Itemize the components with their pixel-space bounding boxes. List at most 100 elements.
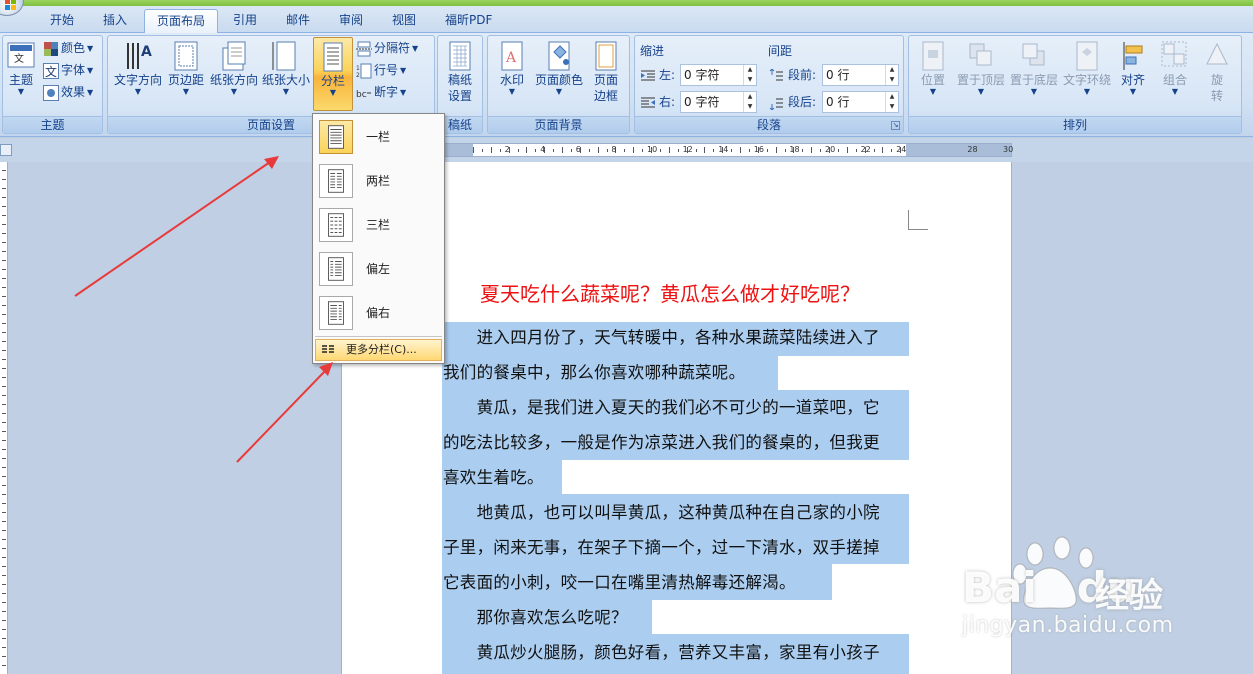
group-arrange: 位置 ▼ 置于顶层 ▼ 置于底层 ▼ 文字环绕 ▼ 对齐 ▼ 组合 ▼ 旋 转 … <box>908 35 1242 134</box>
indent-left-label: 左: <box>659 68 676 82</box>
ruler-tick <box>2 458 6 459</box>
tab-view[interactable]: 视图 <box>380 9 428 33</box>
tab-selector-icon[interactable] <box>0 144 12 156</box>
spinner-icon[interactable]: ▲ ▼ <box>885 65 898 85</box>
spinner-icon[interactable]: ▲ ▼ <box>885 92 898 112</box>
rotate-button[interactable]: 旋 转 <box>1199 40 1235 104</box>
spinner-icon[interactable]: ▲ ▼ <box>743 65 756 85</box>
ruler-tick <box>2 575 6 576</box>
themes-button[interactable]: 文 主题 ▼ <box>4 40 38 96</box>
bring-to-front-button[interactable]: 置于顶层 ▼ <box>954 40 1008 96</box>
document-title[interactable]: 夏天吃什么蔬菜呢？黄瓜怎么做才好吃呢？ <box>480 280 860 308</box>
size-button[interactable]: 纸张大小 ▼ <box>260 40 312 96</box>
doc-line[interactable]: 进入四月份了，天气转暖中，各种水果蔬菜陆续进入了 <box>443 327 880 349</box>
ruler-tick <box>2 656 6 657</box>
orientation-button[interactable]: 纸张方向 ▼ <box>208 40 260 96</box>
breaks-button[interactable]: 分隔符 ▼ <box>356 38 418 58</box>
theme-fonts-button[interactable]: 文字体 ▼ <box>43 60 93 80</box>
ruler-tick <box>2 602 6 603</box>
svg-text:文: 文 <box>14 52 24 65</box>
columns-option-left[interactable]: 偏左 <box>315 248 442 290</box>
ruler-number: 2 <box>504 145 510 154</box>
position-button[interactable]: 位置 ▼ <box>911 40 955 96</box>
ruler-tick <box>2 296 6 297</box>
margins-button[interactable]: 页边距 ▼ <box>165 40 207 96</box>
ruler-tick <box>553 149 555 152</box>
ruler-tick <box>668 147 670 153</box>
columns-option-two[interactable]: 两栏 <box>315 160 442 202</box>
doc-line[interactable]: 喜欢生着吃。 <box>443 467 544 489</box>
tab-page-layout[interactable]: 页面布局 <box>144 9 219 34</box>
doc-line[interactable]: 黄瓜炒火腿肠，颜色好看，营养又丰富，家里有小孩子 <box>443 642 880 664</box>
manuscript-settings-button[interactable]: 稿纸 设置 <box>441 40 479 104</box>
page-borders-button[interactable]: 页面 边框 <box>588 40 624 104</box>
ruler-tick <box>2 665 6 666</box>
spacing-before-input[interactable]: 0 行 ▲ ▼ <box>822 64 899 86</box>
tab-insert[interactable]: 插入 <box>91 9 139 33</box>
tab-mailings[interactable]: 邮件 <box>274 9 322 33</box>
doc-line[interactable]: 的吃法比较多，一般是作为凉菜进入我们的餐桌的，但我更 <box>443 432 880 454</box>
chevron-down-icon: ▼ <box>182 87 190 96</box>
ruler-tick <box>2 476 6 477</box>
text-direction-icon: A <box>127 43 152 69</box>
tab-references[interactable]: 引用 <box>221 9 269 33</box>
line-numbers-button[interactable]: 1 2 行号 ▼ <box>356 60 406 80</box>
ruler-tick <box>2 305 6 306</box>
horizontal-ruler[interactable]: 2 4 6 8 10 12 14 16 18 20 22 24 28 30 <box>442 143 1013 157</box>
text-wrapping-button[interactable]: 文字环绕 ▼ <box>1060 40 1114 96</box>
page-color-button[interactable]: 页面颜色 ▼ <box>532 40 586 96</box>
group-button[interactable]: 组合 ▼ <box>1157 40 1193 96</box>
indent-right-label: 右: <box>659 95 676 109</box>
ruler-tick <box>2 368 6 369</box>
ruler-tick <box>2 629 6 630</box>
bring-to-front-icon <box>969 43 992 66</box>
spacing-after-input[interactable]: 0 行 ▲ ▼ <box>822 91 899 113</box>
indent-right-icon <box>641 97 655 108</box>
indent-right-input[interactable]: 0 字符 ▲ ▼ <box>680 91 757 113</box>
doc-line[interactable]: 那你喜欢怎么吃呢？ <box>443 607 628 629</box>
ruler-tick <box>784 149 786 152</box>
paragraph-launcher-icon[interactable]: ↘ <box>891 121 900 130</box>
doc-line[interactable]: 子里，闲来无事，在架子下摘一个，过一下清水，双手搓掉 <box>443 537 880 559</box>
right-column-icon <box>319 296 353 330</box>
ruler-tick <box>2 215 6 216</box>
tab-home[interactable]: 开始 <box>38 9 86 33</box>
ruler-tick <box>695 149 697 152</box>
ruler-tick <box>2 530 6 531</box>
ruler-tick <box>855 149 857 152</box>
doc-line[interactable]: 地黄瓜，也可以叫旱黄瓜，这种黄瓜种在自己家的小院 <box>443 502 880 524</box>
doc-line[interactable]: 黄瓜，是我们进入夏天的我们必不可少的一道菜吧，它 <box>443 397 880 419</box>
three-columns-icon <box>319 208 353 242</box>
ruler-tick <box>2 485 6 486</box>
more-columns-button[interactable]: 更多分栏(C)... <box>315 339 442 361</box>
more-columns-icon <box>322 345 334 353</box>
tab-foxit-pdf[interactable]: 福昕PDF <box>433 9 504 33</box>
watermark-button[interactable]: A 水印 ▼ <box>492 40 532 96</box>
send-to-back-button[interactable]: 置于底层 ▼ <box>1007 40 1061 96</box>
indent-left-input[interactable]: 0 字符 ▲ ▼ <box>680 64 757 86</box>
doc-line[interactable]: 它表面的小刺，咬一口在嘴里清热解毒还解渴。 <box>443 572 796 594</box>
ruler-tick <box>882 147 884 153</box>
spinner-icon[interactable]: ▲ ▼ <box>743 92 756 112</box>
group-label-arrange: 排列 <box>909 116 1241 133</box>
ruler-tick <box>2 611 6 612</box>
columns-option-three[interactable]: 三栏 <box>315 204 442 246</box>
align-button[interactable]: 对齐 ▼ <box>1115 40 1151 96</box>
rotate-icon <box>1206 42 1228 65</box>
text-direction-button[interactable]: A 文字方向 ▼ <box>111 40 165 96</box>
ruler-tick <box>704 147 706 153</box>
vertical-ruler[interactable] <box>0 162 8 674</box>
ruler-tick <box>2 170 6 171</box>
columns-button[interactable]: 分栏 ▼ <box>313 37 353 111</box>
columns-option-right[interactable]: 偏右 <box>315 292 442 334</box>
doc-line[interactable]: 我们的餐桌中，那么你喜欢哪种蔬菜呢。 <box>443 362 745 384</box>
svg-text:bc: bc <box>356 90 367 100</box>
ruler-number: 6 <box>575 145 581 154</box>
columns-option-one[interactable]: 一栏 <box>315 116 442 158</box>
theme-effects-button[interactable]: 效果 ▼ <box>43 82 93 102</box>
hyphenation-button[interactable]: bc 断字 ▼ <box>356 82 406 102</box>
chevron-down-icon: ▼ <box>134 87 142 96</box>
office-logo-icon <box>5 0 16 10</box>
theme-colors-button[interactable]: 颜色 ▼ <box>43 38 93 58</box>
tab-review[interactable]: 审阅 <box>327 9 375 33</box>
